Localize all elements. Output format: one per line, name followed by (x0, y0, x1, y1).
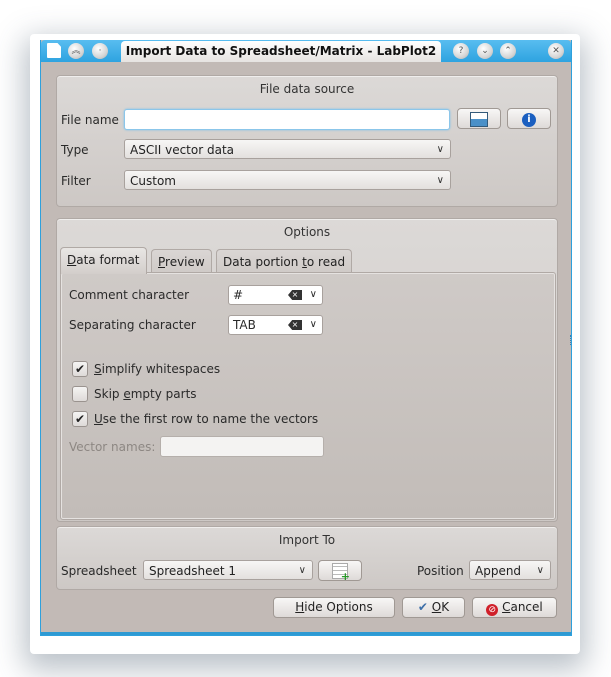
app-menu-icon[interactable] (47, 43, 61, 58)
file-name-input[interactable] (124, 109, 450, 130)
skip-empty-parts-label[interactable]: Skip empty parts (94, 387, 197, 401)
help-icon[interactable]: ? (453, 43, 469, 59)
title-bar[interactable]: ︽ · Import Data to Spreadsheet/Matrix - … (41, 40, 571, 62)
first-row-names-checkbox[interactable]: ✔ (72, 411, 88, 427)
file-data-source-title: File data source (259, 82, 355, 96)
chevron-down-icon: ∨ (436, 144, 444, 155)
comment-character-combo[interactable]: # × ∨ (228, 285, 323, 305)
file-info-button[interactable]: i (507, 108, 551, 129)
keep-above-icon[interactable]: ︽ (68, 43, 84, 59)
clear-icon[interactable]: × (288, 320, 302, 330)
comment-character-label: Comment character (69, 288, 190, 302)
new-spreadsheet-button[interactable]: + (318, 560, 362, 582)
position-value: Append (475, 564, 522, 578)
chevron-down-icon: ∨ (298, 565, 306, 576)
chevron-down-icon[interactable]: ∨ (310, 316, 317, 334)
check-icon: ✔ (74, 412, 86, 426)
separating-character-combo[interactable]: TAB × ∨ (228, 315, 323, 335)
clear-icon[interactable]: × (288, 290, 302, 300)
import-to-title: Import To (278, 533, 336, 547)
tab-preview[interactable]: Preview (151, 249, 212, 273)
type-select[interactable]: ASCII vector data ∨ (124, 139, 451, 159)
first-row-names-label[interactable]: Use the first row to name the vectors (94, 412, 318, 426)
resize-grip[interactable] (570, 335, 574, 345)
data-format-panel: Comment character # × ∨ Separating chara… (60, 272, 556, 520)
separating-character-label: Separating character (69, 318, 196, 332)
cancel-button[interactable]: ⊘ Cancel (472, 597, 557, 618)
minimize-icon[interactable]: ⌄ (477, 43, 493, 59)
import-dialog: ︽ · Import Data to Spreadsheet/Matrix - … (40, 40, 572, 636)
chevron-down-icon: ∨ (436, 175, 444, 186)
filter-label: Filter (61, 174, 91, 188)
maximize-icon[interactable]: ⌃ (500, 43, 516, 59)
window-title: Import Data to Spreadsheet/Matrix - LabP… (121, 41, 441, 62)
spreadsheet-label: Spreadsheet (61, 564, 137, 578)
simplify-whitespaces-label[interactable]: Simplify whitespaces (94, 362, 220, 376)
import-to-group: Import To Spreadsheet Spreadsheet 1 ∨ + … (56, 526, 558, 590)
info-icon: i (522, 113, 536, 127)
type-label: Type (61, 143, 89, 157)
type-value: ASCII vector data (130, 143, 235, 157)
options-group: Options Data format Preview Data portion… (56, 218, 558, 522)
position-select[interactable]: Append ∨ (469, 560, 551, 580)
cancel-icon: ⊘ (486, 604, 499, 616)
vector-names-input (160, 436, 324, 457)
spreadsheet-value: Spreadsheet 1 (149, 564, 237, 578)
close-icon[interactable]: ✕ (548, 43, 564, 59)
ok-button[interactable]: ✔ OK (402, 597, 465, 618)
skip-empty-parts-checkbox[interactable] (72, 386, 88, 402)
on-all-desktops-icon[interactable]: · (92, 43, 108, 59)
chevron-down-icon[interactable]: ∨ (310, 286, 317, 304)
simplify-whitespaces-checkbox[interactable]: ✔ (72, 361, 88, 377)
comment-character-value: # (233, 288, 244, 302)
check-icon: ✔ (74, 362, 86, 376)
options-title: Options (283, 225, 331, 239)
filter-select[interactable]: Custom ∨ (124, 170, 451, 190)
new-spreadsheet-icon: + (332, 563, 350, 582)
file-name-label: File name (61, 113, 119, 127)
ok-check-icon: ✔ (417, 600, 428, 614)
open-file-button[interactable] (457, 108, 501, 129)
separating-character-value: TAB (233, 318, 256, 332)
document-open-icon (470, 112, 488, 127)
file-data-source-group: File data source File name i Type ASCII … (56, 75, 558, 207)
vector-names-label: Vector names: (69, 440, 156, 454)
spreadsheet-select[interactable]: Spreadsheet 1 ∨ (143, 560, 313, 580)
hide-options-button[interactable]: Hide Options (273, 597, 395, 618)
tab-data-portion[interactable]: Data portion to read (216, 249, 353, 273)
tab-data-format[interactable]: Data format (60, 247, 147, 274)
position-label: Position (417, 564, 464, 578)
chevron-down-icon: ∨ (536, 565, 544, 576)
filter-value: Custom (130, 174, 176, 188)
